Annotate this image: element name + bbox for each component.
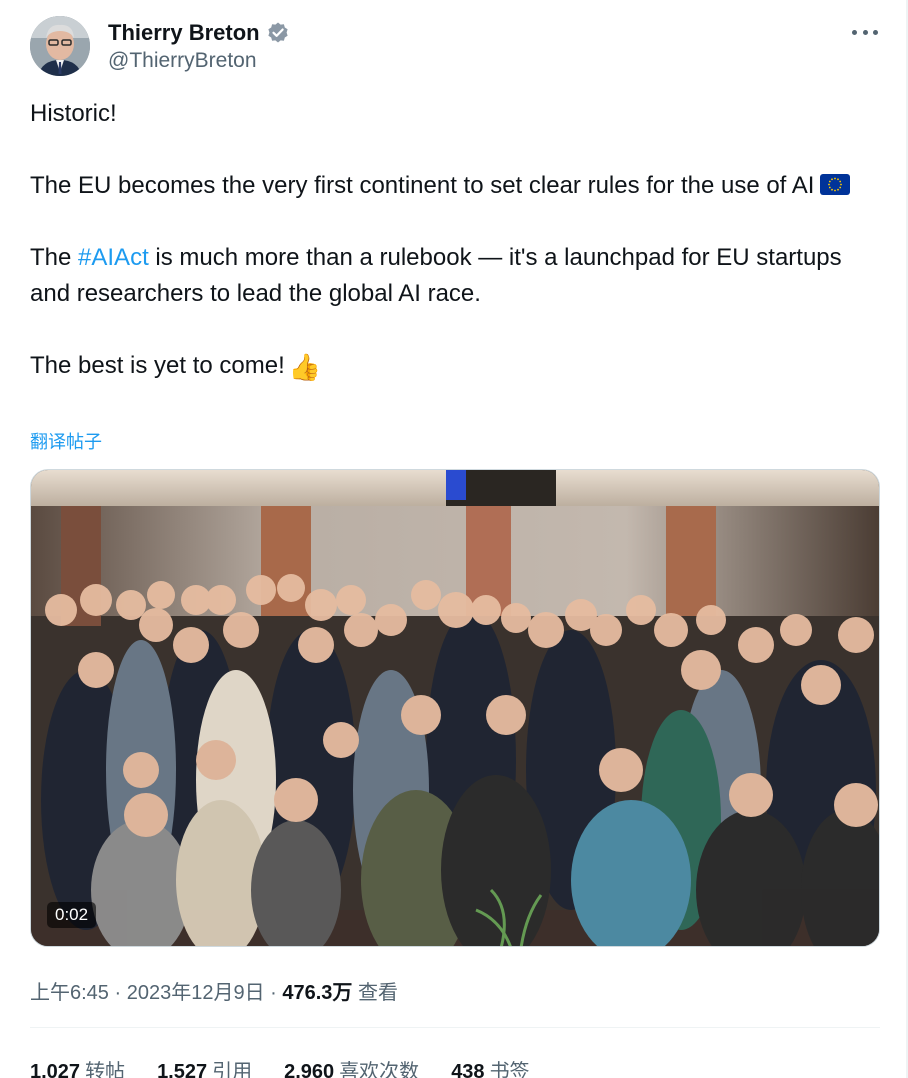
views-count: 476.3万 bbox=[282, 982, 353, 1004]
engagement-stats: 1,027 转帖 1,527 引用 2,960 喜欢次数 438 书签 bbox=[30, 1055, 562, 1078]
stat-likes[interactable]: 2,960 喜欢次数 bbox=[284, 1055, 419, 1078]
divider bbox=[30, 1027, 880, 1028]
meta-separator-2: · bbox=[264, 982, 283, 1004]
translate-post-link[interactable]: 翻译帖子 bbox=[30, 428, 102, 454]
author-name[interactable]: Thierry Breton bbox=[108, 20, 260, 46]
tweet-line-3-after: is much more than a rulebook — it's a la… bbox=[30, 244, 842, 307]
tweet-line-1: Historic! bbox=[30, 100, 117, 127]
name-row: Thierry Breton bbox=[108, 20, 290, 46]
more-horizontal-icon[interactable] bbox=[852, 22, 878, 42]
views-label: 查看 bbox=[358, 982, 398, 1004]
stat-quotes-label: 引用 bbox=[212, 1061, 253, 1078]
tweet-line-4-text: The best is yet to come! bbox=[30, 352, 285, 379]
video-player[interactable]: 0:02 bbox=[30, 469, 880, 947]
thumbs-up-emoji: 👍 bbox=[288, 352, 322, 382]
video-frame bbox=[31, 470, 879, 946]
stat-bookmarks[interactable]: 438 书签 bbox=[451, 1055, 529, 1078]
stat-bookmarks-count: 438 bbox=[451, 1061, 485, 1078]
eu-flag-emoji bbox=[820, 174, 851, 195]
hashtag-link[interactable]: #AIAct bbox=[78, 244, 149, 271]
stat-reposts-count: 1,027 bbox=[30, 1061, 81, 1078]
tweet-line-3-before: The bbox=[30, 244, 79, 271]
author-handle[interactable]: @ThierryBreton bbox=[108, 49, 257, 73]
video-duration: 0:02 bbox=[47, 902, 97, 928]
tweet-header: Thierry Breton @ThierryBreton bbox=[30, 16, 880, 76]
stat-reposts[interactable]: 1,027 转帖 bbox=[30, 1055, 125, 1078]
tweet-meta: 上午6:45 · 2023年12月9日 · 476.3万 查看 bbox=[30, 976, 398, 1005]
avatar[interactable] bbox=[30, 16, 90, 76]
tweet-date[interactable]: 2023年12月9日 bbox=[127, 982, 265, 1004]
meta-separator: · bbox=[108, 982, 127, 1004]
verified-badge-icon bbox=[266, 21, 290, 45]
stat-likes-count: 2,960 bbox=[284, 1061, 335, 1078]
stat-quotes-count: 1,527 bbox=[157, 1061, 208, 1078]
stat-reposts-label: 转帖 bbox=[85, 1061, 126, 1078]
tweet-line-3: The #AIAct is much more than a rulebook … bbox=[30, 240, 880, 312]
tweet-line-4: The best is yet to come! 👍 bbox=[30, 348, 880, 385]
stat-quotes[interactable]: 1,527 引用 bbox=[157, 1055, 252, 1078]
tweet-line-2-text: The EU becomes the very first continent … bbox=[30, 172, 815, 199]
tweet-time[interactable]: 上午6:45 bbox=[30, 982, 109, 1004]
stat-bookmarks-label: 书签 bbox=[489, 1061, 530, 1078]
tweet-line-2: The EU becomes the very first continent … bbox=[30, 168, 880, 204]
tweet-text: Historic! The EU becomes the very first … bbox=[30, 96, 880, 385]
stat-likes-label: 喜欢次数 bbox=[339, 1061, 420, 1078]
